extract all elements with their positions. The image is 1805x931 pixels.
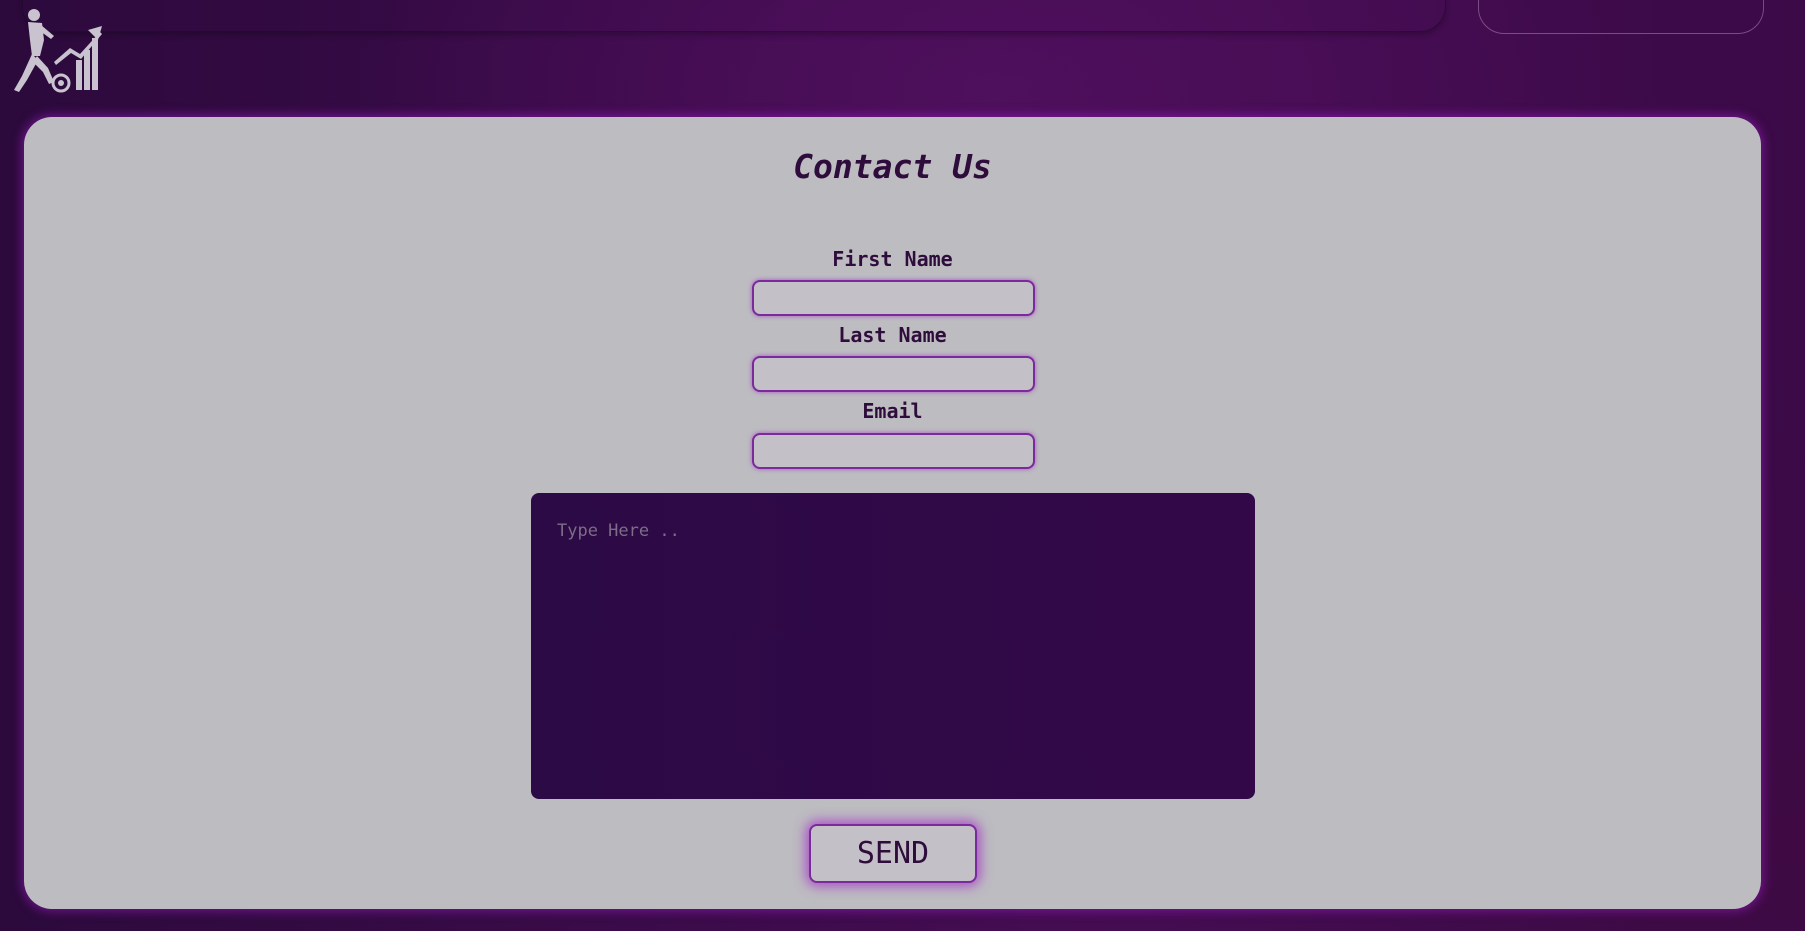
last-name-field[interactable]: [752, 356, 1035, 392]
first-name-field[interactable]: [752, 280, 1035, 316]
message-textarea[interactable]: [531, 493, 1255, 799]
email-label: Email: [862, 399, 923, 423]
email-field[interactable]: [752, 433, 1035, 469]
first-name-label: First Name: [832, 247, 953, 271]
soccer-player-growth-chart-icon[interactable]: [10, 4, 102, 94]
top-nav-bar: [22, 0, 1446, 32]
last-name-label: Last Name: [838, 323, 947, 347]
top-nav-button[interactable]: [1478, 0, 1764, 34]
contact-card: Contact Us First Name Last Name Email SE…: [24, 117, 1761, 909]
send-button[interactable]: SEND: [809, 824, 977, 883]
page-title: Contact Us: [793, 147, 992, 186]
